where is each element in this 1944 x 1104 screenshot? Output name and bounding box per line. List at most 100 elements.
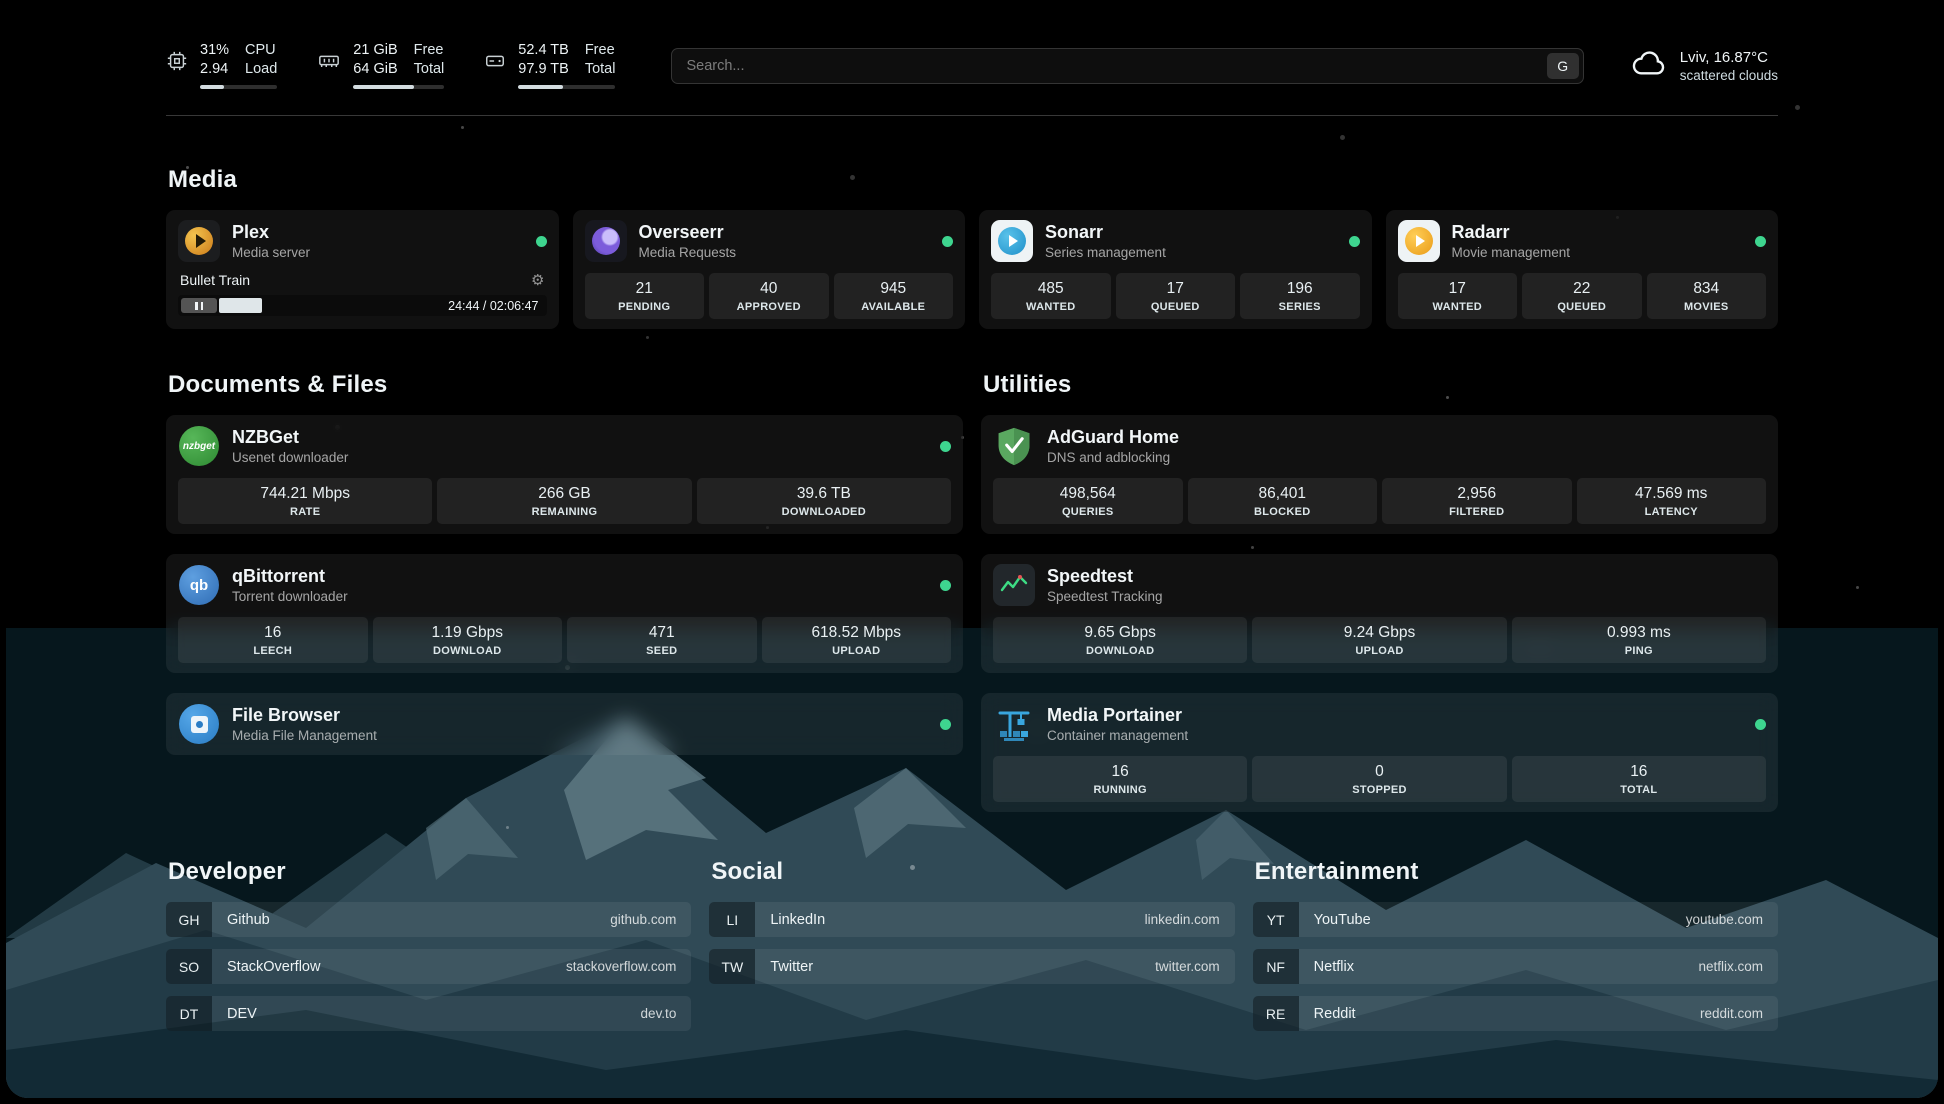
adguard-icon — [993, 425, 1035, 467]
gear-icon[interactable]: ⚙ — [531, 273, 544, 288]
status-dot — [940, 441, 951, 452]
service-card-sonarr[interactable]: Sonarr Series management 485WANTED 17QUE… — [979, 210, 1372, 329]
memory-icon — [317, 50, 341, 77]
section-documents: Documents & Files nzbget NZBGet Usenet d… — [166, 371, 963, 812]
service-name: Overseerr — [639, 222, 737, 243]
disk-total-label: Total — [585, 61, 616, 78]
weather-widget: Lviv, 16.87°C scattered clouds — [1630, 48, 1778, 83]
service-card-overseerr[interactable]: Overseerr Media Requests 21PENDING 40APP… — [573, 210, 966, 329]
pause-button[interactable] — [181, 298, 217, 313]
cpu-progress-bar — [200, 85, 277, 89]
stat-approved: 40APPROVED — [709, 273, 829, 319]
bookmark-group-developer: Developer GH Github github.com SO StackO… — [166, 858, 691, 1043]
cpu-load: 2.94 — [200, 61, 229, 78]
bookmark-url: twitter.com — [1155, 959, 1235, 974]
bookmark-twitter[interactable]: TW Twitter twitter.com — [709, 949, 1234, 984]
memory-free-label: Free — [414, 42, 445, 59]
bookmark-stackoverflow[interactable]: SO StackOverflow stackoverflow.com — [166, 949, 691, 984]
service-description: Torrent downloader — [232, 589, 348, 604]
service-name: Sonarr — [1045, 222, 1166, 243]
cpu-load-label: Load — [245, 61, 277, 78]
service-description: Media File Management — [232, 728, 377, 743]
service-card-plex[interactable]: Plex Media server Bullet Train ⚙ 24:44 /… — [166, 210, 559, 329]
memory-total: 64 GiB — [353, 61, 397, 78]
bookmark-group-entertainment: Entertainment YT YouTube youtube.com NF … — [1253, 858, 1778, 1043]
stat-queries: 498,564QUERIES — [993, 478, 1183, 524]
sonarr-icon — [991, 220, 1033, 262]
search-bar: G — [671, 48, 1583, 84]
search-input[interactable] — [671, 48, 1583, 84]
service-description: DNS and adblocking — [1047, 450, 1179, 465]
playback-progress-track[interactable] — [219, 298, 438, 313]
bookmark-dev[interactable]: DT DEV dev.to — [166, 996, 691, 1031]
section-title-entertainment: Entertainment — [1255, 858, 1778, 886]
service-description: Speedtest Tracking — [1047, 589, 1163, 604]
stat-movies: 834MOVIES — [1647, 273, 1767, 319]
bookmark-abbr: GH — [166, 902, 212, 937]
stat-queued: 17QUEUED — [1116, 273, 1236, 319]
cpu-icon — [166, 50, 188, 77]
stat-wanted: 17WANTED — [1398, 273, 1518, 319]
bookmark-youtube[interactable]: YT YouTube youtube.com — [1253, 902, 1778, 937]
disk-free-label: Free — [585, 42, 616, 59]
service-card-qbittorrent[interactable]: qb qBittorrent Torrent downloader 16LEEC… — [166, 554, 963, 673]
service-card-radarr[interactable]: Radarr Movie management 17WANTED 22QUEUE… — [1386, 210, 1779, 329]
stat-seed: 471SEED — [567, 617, 757, 663]
memory-total-label: Total — [414, 61, 445, 78]
header-divider — [166, 115, 1778, 116]
nzbget-icon: nzbget — [178, 425, 220, 467]
playback-time: 24:44 / 02:06:47 — [448, 299, 538, 313]
bookmark-github[interactable]: GH Github github.com — [166, 902, 691, 937]
stat-ping: 0.993 msPING — [1512, 617, 1766, 663]
service-description: Container management — [1047, 728, 1188, 743]
service-card-nzbget[interactable]: nzbget NZBGet Usenet downloader 744.21 M… — [166, 415, 963, 534]
service-card-adguard[interactable]: AdGuard Home DNS and adblocking 498,564Q… — [981, 415, 1778, 534]
service-name: NZBGet — [232, 427, 348, 448]
stat-queued: 22QUEUED — [1522, 273, 1642, 319]
disk-free: 52.4 TB — [518, 42, 569, 59]
memory-widget: 21 GiB Free 64 GiB Total — [317, 42, 444, 89]
service-name: qBittorrent — [232, 566, 348, 587]
resource-widgets: 31% CPU 2.94 Load 21 — [166, 42, 615, 89]
memory-free: 21 GiB — [353, 42, 397, 59]
qbittorrent-icon: qb — [178, 564, 220, 606]
bookmark-linkedin[interactable]: LI LinkedIn linkedin.com — [709, 902, 1234, 937]
service-description: Media server — [232, 245, 310, 260]
bookmark-url: github.com — [610, 912, 691, 927]
filebrowser-icon — [178, 703, 220, 745]
cloud-icon — [1630, 48, 1668, 83]
bookmark-name: LinkedIn — [755, 912, 825, 928]
search-provider-button[interactable]: G — [1547, 53, 1579, 79]
portainer-icon — [993, 703, 1035, 745]
bookmark-reddit[interactable]: RE Reddit reddit.com — [1253, 996, 1778, 1031]
stat-filtered: 2,956FILTERED — [1382, 478, 1572, 524]
disk-total: 97.9 TB — [518, 61, 569, 78]
weather-location-temp: Lviv, 16.87°C — [1680, 49, 1778, 66]
stat-remaining: 266 GBREMAINING — [437, 478, 691, 524]
disk-progress-bar — [518, 85, 615, 89]
stat-wanted: 485WANTED — [991, 273, 1111, 319]
stat-stopped: 0STOPPED — [1252, 756, 1506, 802]
status-dot — [1349, 236, 1360, 247]
bookmark-netflix[interactable]: NF Netflix netflix.com — [1253, 949, 1778, 984]
service-card-speedtest[interactable]: Speedtest Speedtest Tracking 9.65 GbpsDO… — [981, 554, 1778, 673]
status-dot — [940, 580, 951, 591]
section-title-documents: Documents & Files — [168, 371, 963, 399]
stat-latency: 47.569 msLATENCY — [1577, 478, 1767, 524]
service-description: Usenet downloader — [232, 450, 348, 465]
bookmark-url: youtube.com — [1686, 912, 1778, 927]
service-card-portainer[interactable]: Media Portainer Container management 16R… — [981, 693, 1778, 812]
radarr-icon — [1398, 220, 1440, 262]
dashboard-window: 31% CPU 2.94 Load 21 — [6, 6, 1938, 1098]
bookmark-url: reddit.com — [1700, 1006, 1778, 1021]
plex-player-bar: 24:44 / 02:06:47 — [178, 295, 547, 316]
bookmark-name: YouTube — [1299, 912, 1371, 928]
stat-downloaded: 39.6 TBDOWNLOADED — [697, 478, 951, 524]
cpu-usage-label: CPU — [245, 42, 277, 59]
status-dot — [1755, 236, 1766, 247]
bookmark-name: DEV — [212, 1006, 257, 1022]
cpu-widget: 31% CPU 2.94 Load — [166, 42, 277, 89]
service-card-filebrowser[interactable]: File Browser Media File Management — [166, 693, 963, 755]
status-dot — [942, 236, 953, 247]
bookmark-name: Reddit — [1299, 1006, 1356, 1022]
